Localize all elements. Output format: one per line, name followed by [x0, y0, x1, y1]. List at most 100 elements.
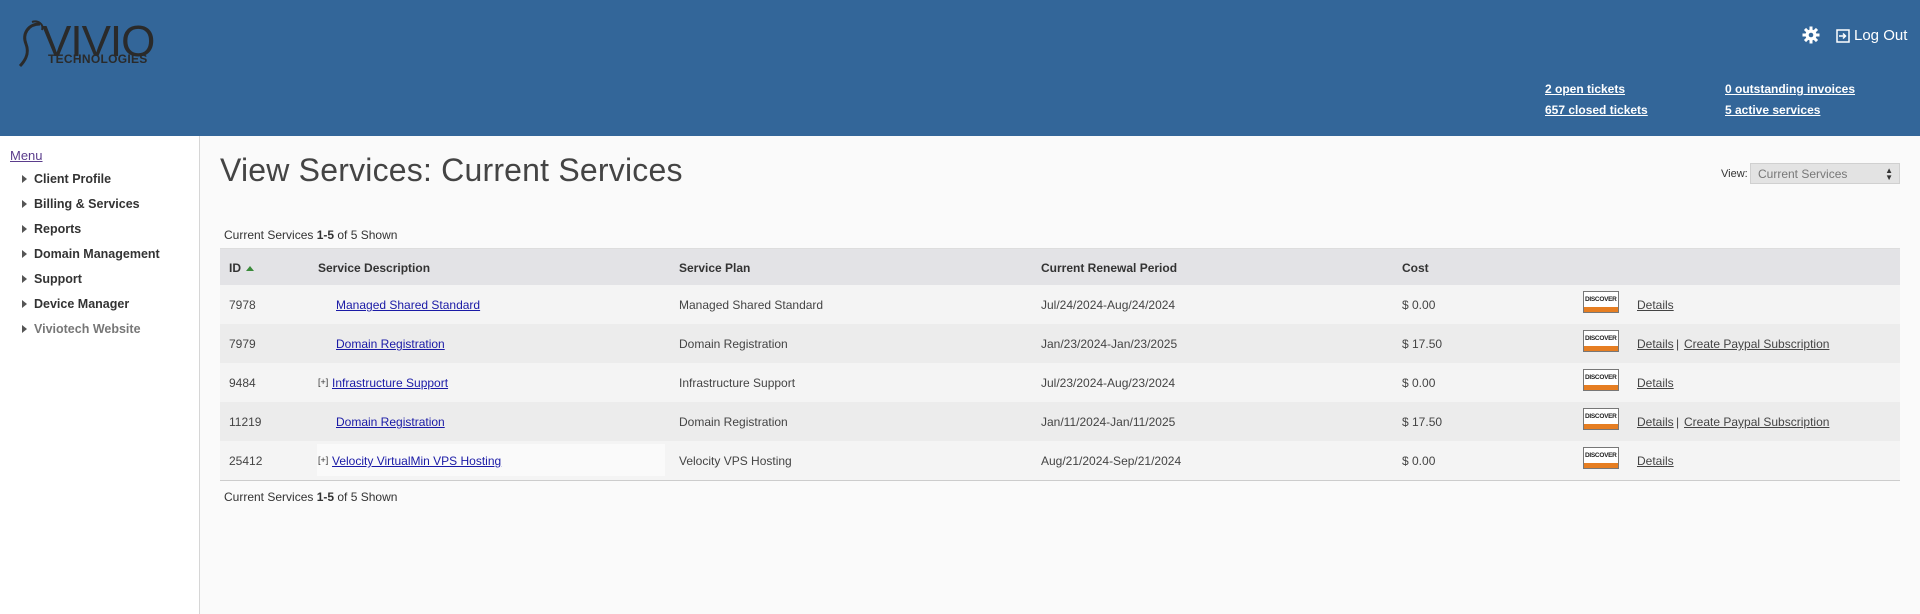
service-cost: $ 17.50: [1402, 337, 1443, 351]
service-cost: $ 0.00: [1402, 376, 1436, 390]
service-id: 25412: [229, 454, 263, 468]
logout-label: Log Out: [1854, 27, 1908, 44]
sidebar-item-label: Viviotech Website: [34, 322, 141, 336]
count-range: 1-5: [316, 228, 335, 242]
renewal-period: Jan/23/2024-Jan/23/2025: [1041, 337, 1178, 351]
renewal-period: Jul/23/2024-Aug/23/2024: [1041, 376, 1176, 390]
triangle-right-icon: [22, 250, 27, 258]
sidebar-item-domain-management[interactable]: Domain Management: [22, 247, 160, 261]
service-description-link[interactable]: Domain Registration: [336, 337, 445, 351]
menu-title-link[interactable]: Menu: [10, 148, 43, 163]
open-tickets-link[interactable]: 2 open tickets: [1545, 81, 1625, 97]
triangle-right-icon: [22, 175, 27, 183]
details-link[interactable]: Details: [1637, 298, 1674, 312]
sidebar-item-support[interactable]: Support: [22, 272, 82, 286]
expand-toggle[interactable]: [+]: [318, 377, 328, 387]
details-link[interactable]: Details: [1637, 415, 1674, 429]
outstanding-invoices-link[interactable]: 0 outstanding invoices: [1725, 81, 1855, 97]
column-header-label: ID: [229, 261, 241, 275]
card-brand-label: DISCOVER: [1585, 296, 1617, 303]
select-arrows-icon: ▲ ▼: [1885, 166, 1893, 182]
sidebar-item-billing-services[interactable]: Billing & Services: [22, 197, 140, 211]
service-plan: Infrastructure Support: [679, 376, 796, 390]
service-description-link[interactable]: Managed Shared Standard: [336, 298, 480, 312]
count-prefix: Current Services: [224, 490, 317, 504]
discover-card-icon: DISCOVER: [1583, 447, 1619, 469]
sort-ascending-icon: [246, 266, 254, 272]
results-count-top: Current Services 1-5 of 5 Shown: [224, 228, 397, 242]
logo-subtitle: TECHNOLOGIES: [48, 52, 148, 66]
service-id: 7978: [229, 298, 256, 312]
top-header: VIVIO TECHNOLOGIES Log Out 2 open ticket…: [0, 0, 1920, 136]
services-table: ID Service Description Service Plan Curr…: [220, 248, 1900, 481]
service-plan: Velocity VPS Hosting: [679, 454, 792, 468]
card-brand-label: DISCOVER: [1585, 335, 1617, 342]
sidebar-item-label: Device Manager: [34, 297, 130, 311]
table-row: 9484 [+] Infrastructure Support Infrastr…: [220, 363, 1900, 402]
table-row: 7978 Managed Shared Standard Managed Sha…: [220, 285, 1900, 324]
sidebar-item-label: Reports: [34, 222, 82, 236]
details-link[interactable]: Details: [1637, 376, 1674, 390]
page-title: View Services: Current Services: [220, 152, 683, 188]
details-link[interactable]: Details: [1637, 454, 1674, 468]
column-header-renewal[interactable]: Current Renewal Period: [1041, 261, 1177, 275]
sidebar-item-label: Support: [34, 272, 82, 286]
column-header-cost[interactable]: Cost: [1402, 261, 1429, 275]
logout-icon: [1836, 29, 1850, 43]
service-id: 11219: [229, 415, 262, 429]
details-link[interactable]: Details: [1637, 337, 1674, 351]
sidebar-item-client-profile[interactable]: Client Profile: [22, 172, 111, 186]
view-select-value: Current Services: [1758, 167, 1848, 181]
view-label: View:: [1721, 168, 1748, 180]
sidebar-item-label: Billing & Services: [34, 197, 140, 211]
vivio-logo[interactable]: VIVIO TECHNOLOGIES: [18, 18, 158, 70]
column-header-description[interactable]: Service Description: [318, 261, 430, 275]
service-description-link[interactable]: Domain Registration: [336, 415, 445, 429]
active-services-link[interactable]: 5 active services: [1725, 102, 1820, 118]
view-select[interactable]: Current Services ▲ ▼: [1750, 163, 1900, 184]
link-separator: |: [1676, 337, 1680, 351]
count-of: of: [334, 228, 351, 242]
renewal-period: Jan/11/2024-Jan/11/2025: [1041, 415, 1176, 429]
table-row: 7979 Domain Registration Domain Registra…: [220, 324, 1900, 363]
renewal-period: Aug/21/2024-Sep/21/2024: [1041, 454, 1182, 468]
triangle-right-icon: [22, 325, 27, 333]
service-id: 7979: [229, 337, 256, 351]
triangle-right-icon: [22, 200, 27, 208]
create-paypal-subscription-link[interactable]: Create Paypal Subscription: [1684, 337, 1829, 351]
discover-card-icon: DISCOVER: [1583, 369, 1619, 391]
service-plan: Managed Shared Standard: [679, 298, 824, 312]
gear-icon[interactable]: [1802, 26, 1820, 44]
table-row: 11219 Domain Registration Domain Registr…: [220, 402, 1900, 441]
expand-toggle[interactable]: [+]: [318, 455, 328, 465]
column-header-plan[interactable]: Service Plan: [679, 261, 750, 275]
service-cost: $ 0.00: [1402, 298, 1436, 312]
renewal-period: Jul/24/2024-Aug/24/2024: [1041, 298, 1176, 312]
service-description-link[interactable]: Infrastructure Support: [332, 376, 448, 390]
card-brand-label: DISCOVER: [1585, 452, 1617, 459]
create-paypal-subscription-link[interactable]: Create Paypal Subscription: [1684, 415, 1829, 429]
sidebar-item-label: Domain Management: [34, 247, 160, 261]
discover-card-icon: DISCOVER: [1583, 408, 1619, 430]
count-range: 1-5: [316, 490, 335, 504]
sidebar-item-device-manager[interactable]: Device Manager: [22, 297, 129, 311]
service-cost: $ 17.50: [1402, 415, 1443, 429]
sidebar-item-label: Client Profile: [34, 172, 112, 186]
card-brand-label: DISCOVER: [1585, 374, 1617, 381]
sidebar-item-reports[interactable]: Reports: [22, 222, 81, 236]
count-suffix: Shown: [357, 228, 398, 242]
closed-tickets-link[interactable]: 657 closed tickets: [1545, 102, 1648, 118]
triangle-right-icon: [22, 225, 27, 233]
sidebar-item-viviotech-website[interactable]: Viviotech Website: [22, 322, 141, 336]
service-plan: Domain Registration: [679, 337, 788, 351]
triangle-right-icon: [22, 300, 27, 308]
service-description-link[interactable]: Velocity VirtualMin VPS Hosting: [332, 454, 501, 468]
column-header-id[interactable]: ID: [229, 261, 254, 275]
count-of: of: [334, 490, 351, 504]
table-header: ID Service Description Service Plan Curr…: [220, 249, 1900, 285]
count-suffix: Shown: [357, 490, 398, 504]
discover-card-icon: DISCOVER: [1583, 330, 1619, 352]
service-cost: $ 0.00: [1402, 454, 1436, 468]
results-count-bottom: Current Services 1-5 of 5 Shown: [224, 490, 397, 504]
logout-button[interactable]: Log Out: [1836, 26, 1907, 46]
